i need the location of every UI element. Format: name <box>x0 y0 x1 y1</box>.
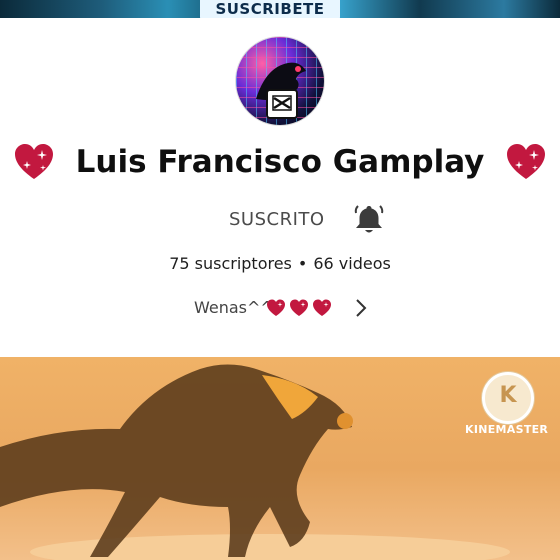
chevron-right-icon[interactable] <box>352 297 370 319</box>
video-count: 66 videos <box>313 254 391 273</box>
kinemaster-watermark: KINEMASTER <box>465 423 549 436</box>
banner-text: SUSCRIBETE <box>200 0 340 18</box>
notification-bell-icon[interactable] <box>352 203 386 237</box>
channel-banner: SUSCRIBETE <box>0 0 560 18</box>
subscriber-count: 75 suscriptores <box>169 254 292 273</box>
capcut-logo-icon <box>266 89 298 119</box>
subscribed-label: SUSCRITO <box>229 209 325 230</box>
channel-title: Luis Francisco Gamplay <box>0 142 560 182</box>
channel-description[interactable]: Wenas^^ <box>194 294 374 322</box>
sparkling-heart-icon <box>507 144 546 179</box>
kinemaster-logo-icon: K <box>482 372 534 424</box>
sparkling-hearts-icon <box>267 299 331 316</box>
description-text: Wenas^^ <box>194 298 274 317</box>
stats-separator: • <box>297 254 308 273</box>
video-player[interactable] <box>0 357 560 560</box>
channel-avatar[interactable] <box>236 37 324 125</box>
dinosaur-silhouette-icon <box>0 364 510 560</box>
subscribe-button[interactable]: SUSCRITO <box>0 199 560 239</box>
kinemaster-logo-letter: K <box>499 383 517 408</box>
channel-stats: 75 suscriptores • 66 videos <box>0 254 560 273</box>
sparkling-heart-icon <box>14 144 53 179</box>
channel-name: Luis Francisco Gamplay <box>75 144 485 180</box>
